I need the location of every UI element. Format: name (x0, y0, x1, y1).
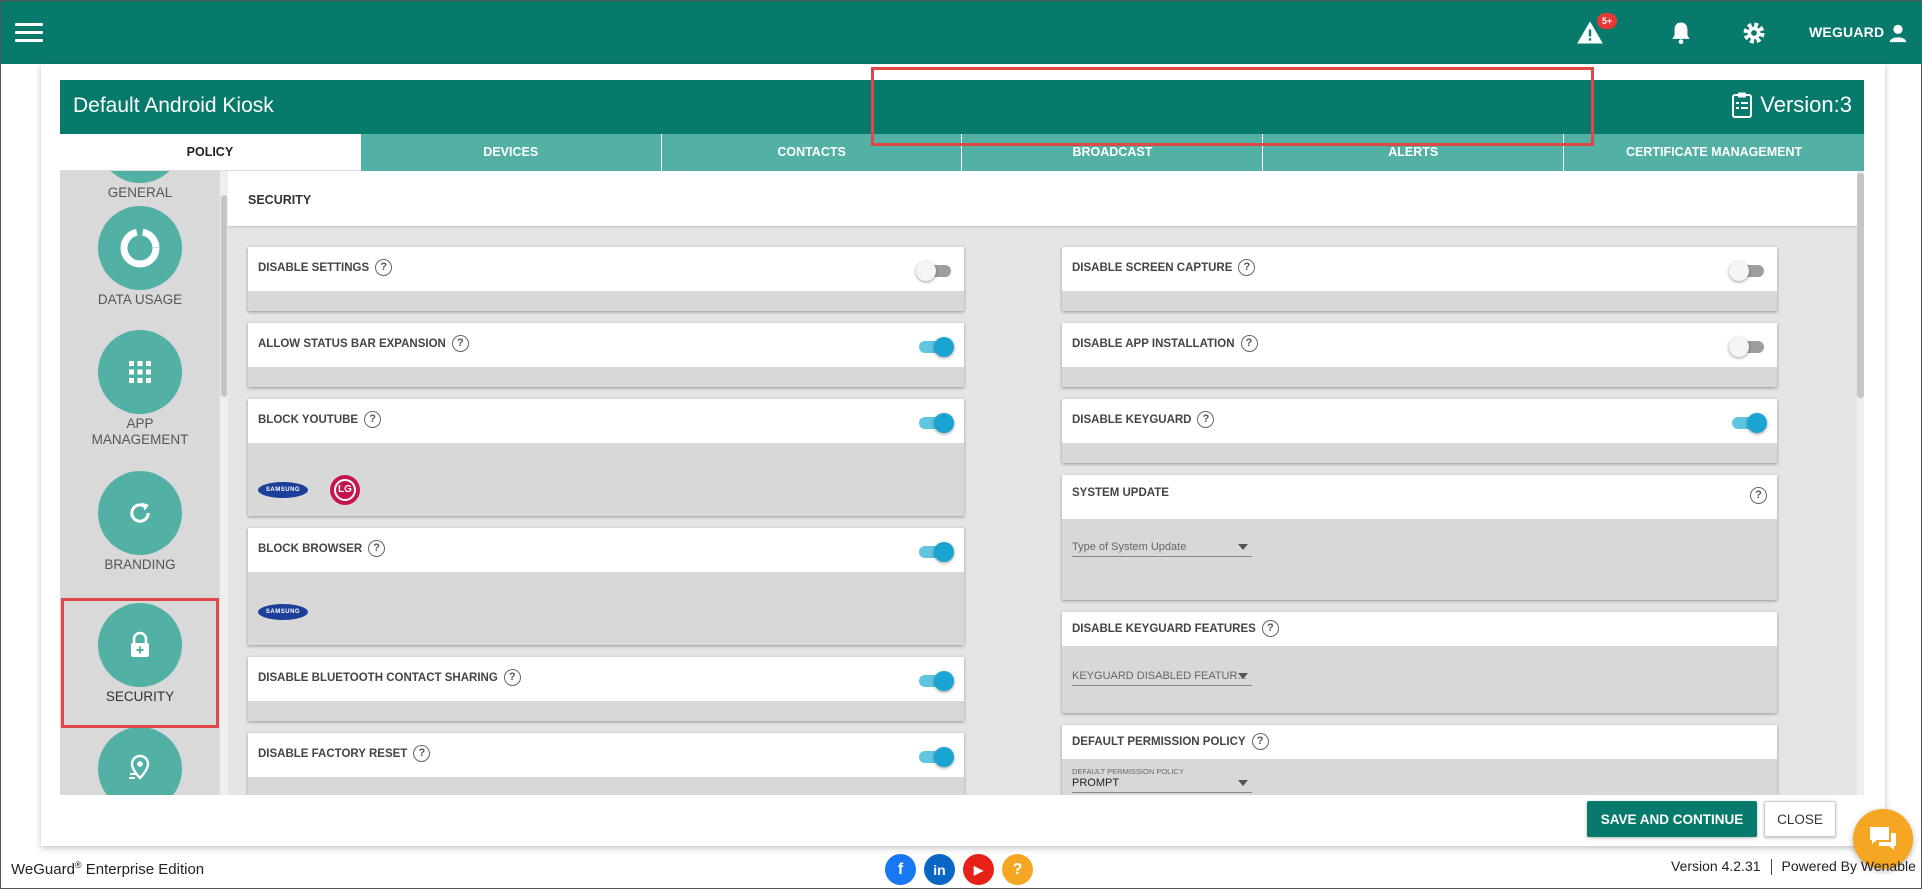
help-icon[interactable]: ? (503, 669, 521, 686)
policy-dialog: Default Android Kiosk Version:3 POLICY D… (41, 64, 1885, 846)
sidebar-item-app-management[interactable]: APP MANAGEMENT (60, 330, 220, 448)
disable-factory-reset-toggle[interactable] (916, 746, 954, 767)
disable-bluetooth-contact-sharing-toggle[interactable] (916, 670, 954, 691)
help-icon[interactable]: ? (413, 745, 431, 762)
policy-label: DISABLE KEYGUARD FEATURES (1072, 622, 1256, 635)
policy-label: DEFAULT PERMISSION POLICY (1072, 735, 1246, 748)
policy-card-block-browser: BLOCK BROWSER? SAMSUNG (248, 528, 964, 645)
gear-icon[interactable] (1740, 19, 1768, 47)
help-icon[interactable]: ? (364, 411, 382, 428)
footer-brand: WeGuard® Enterprise Edition (11, 860, 205, 878)
help-icon[interactable]: ? (1750, 487, 1767, 504)
system-update-select[interactable]: Type of System Update (1072, 541, 1252, 557)
tab-certificate-management[interactable]: CERTIFICATE MANAGEMENT (1564, 134, 1864, 171)
linkedin-icon[interactable]: in (924, 854, 955, 885)
policy-card-disable-app-installation: DISABLE APP INSTALLATION? (1062, 323, 1777, 387)
policy-label: BLOCK BROWSER (258, 542, 363, 555)
block-youtube-toggle[interactable] (916, 412, 954, 433)
top-app-bar: 5+ WEGUARD (1, 1, 1922, 64)
disable-keyguard-toggle[interactable] (1729, 412, 1767, 433)
pie-chart-icon (98, 206, 182, 290)
chevron-down-icon (1238, 673, 1248, 679)
facebook-icon[interactable]: f (885, 854, 916, 885)
help-icon[interactable]: ? (1251, 733, 1269, 750)
chevron-down-icon (1238, 780, 1248, 786)
close-button[interactable]: CLOSE (1764, 801, 1836, 837)
content-scrollbar[interactable] (1857, 171, 1864, 795)
policy-label: ALLOW STATUS BAR EXPANSION (258, 337, 446, 350)
disable-app-installation-toggle[interactable] (1729, 336, 1767, 357)
lg-logo: LG (330, 475, 360, 505)
keyguard-features-select[interactable]: KEYGUARD DISABLED FEATUR... (1072, 670, 1252, 686)
highlight-security-sidebar (61, 598, 219, 728)
help-icon[interactable]: ? (1240, 335, 1258, 352)
general-icon (98, 171, 182, 183)
chevron-down-icon (1238, 544, 1248, 550)
policy-label: SYSTEM UPDATE (1072, 487, 1169, 499)
policy-label: DISABLE BLUETOOTH CONTACT SHARING (258, 671, 498, 684)
footer-info: Version 4.2.31 Powered By Wenable (1671, 858, 1916, 876)
policy-card-system-update: SYSTEM UPDATE ? Type of System Update (1062, 475, 1777, 600)
save-and-continue-button[interactable]: SAVE AND CONTINUE (1587, 801, 1757, 837)
policy-label: DISABLE SETTINGS (258, 261, 370, 274)
policy-card-disable-keyguard-features: DISABLE KEYGUARD FEATURES? KEYGUARD DISA… (1062, 612, 1777, 713)
policy-content: SECURITY DISABLE SETTINGS? ALLOW STATUS … (228, 67, 1857, 795)
tab-devices[interactable]: DEVICES (360, 134, 662, 171)
version-label: Version:3 (1760, 92, 1852, 117)
section-header: SECURITY (228, 171, 1857, 226)
menu-icon[interactable] (15, 23, 43, 43)
sidebar-item-branding[interactable]: BRANDING (60, 471, 220, 573)
samsung-logo: SAMSUNG (258, 604, 308, 620)
policy-card-disable-factory-reset: DISABLE FACTORY RESET? (248, 733, 964, 795)
samsung-logo: SAMSUNG (258, 482, 308, 498)
help-icon[interactable]: ? (368, 540, 386, 557)
sidebar-item-location[interactable] (60, 727, 220, 795)
disable-screen-capture-toggle[interactable] (1729, 260, 1767, 281)
social-links: f in ▶ ? (885, 854, 1033, 885)
help-icon[interactable]: ? (1261, 620, 1279, 637)
permission-policy-select[interactable]: PROMPT (1072, 777, 1252, 793)
policy-card-disable-settings: DISABLE SETTINGS? (248, 247, 964, 311)
policy-label: DISABLE FACTORY RESET (258, 747, 408, 760)
help-icon[interactable]: ? (375, 259, 393, 276)
version-indicator: Version:3 (1732, 92, 1852, 118)
page-title: Default Android Kiosk (73, 94, 274, 117)
sidebar-item-data-usage[interactable]: DATA USAGE (60, 206, 220, 308)
help-icon[interactable]: ? (1197, 411, 1215, 428)
help-icon[interactable]: ? (451, 335, 469, 352)
alert-badge: 5+ (1597, 13, 1617, 29)
policy-label: DISABLE KEYGUARD (1072, 413, 1192, 426)
sidebar-scrollbar[interactable] (220, 171, 228, 795)
section-title: SECURITY (248, 193, 312, 207)
powered-by: Powered By Wenable (1781, 858, 1916, 874)
user-icon[interactable] (1887, 22, 1909, 49)
policy-card-block-youtube: BLOCK YOUTUBE? SAMSUNG LG (248, 399, 964, 516)
youtube-icon[interactable]: ▶ (963, 854, 994, 885)
policy-label: DISABLE SCREEN CAPTURE (1072, 261, 1233, 274)
location-icon (98, 727, 182, 795)
tab-policy[interactable]: POLICY (60, 134, 361, 171)
policy-card-disable-screen-capture: DISABLE SCREEN CAPTURE? (1062, 247, 1777, 311)
policy-card-allow-status-bar-expansion: ALLOW STATUS BAR EXPANSION? (248, 323, 964, 387)
sidebar-item-general[interactable]: GENERAL (60, 171, 220, 201)
clipboard-icon (1732, 92, 1753, 118)
block-browser-toggle[interactable] (916, 541, 954, 562)
allow-status-bar-expansion-toggle[interactable] (916, 336, 954, 357)
help-icon[interactable]: ? (1002, 854, 1033, 885)
help-icon[interactable]: ? (1238, 259, 1256, 276)
policy-label: DISABLE APP INSTALLATION (1072, 337, 1235, 350)
policy-card-disable-bluetooth-contact-sharing: DISABLE BLUETOOTH CONTACT SHARING? (248, 657, 964, 721)
bell-icon[interactable] (1667, 19, 1695, 47)
app-version: Version 4.2.31 (1671, 858, 1761, 874)
permission-policy-field-label: DEFAULT PERMISSION POLICY (1072, 767, 1184, 776)
disable-settings-toggle[interactable] (916, 260, 954, 281)
policy-card-default-permission-policy: DEFAULT PERMISSION POLICY? DEFAULT PERMI… (1062, 725, 1777, 795)
policy-label: BLOCK YOUTUBE (258, 413, 359, 426)
refresh-icon (98, 471, 182, 555)
user-name[interactable]: WEGUARD (1809, 24, 1884, 40)
grid-icon (98, 330, 182, 414)
policy-card-disable-keyguard: DISABLE KEYGUARD? (1062, 399, 1777, 463)
